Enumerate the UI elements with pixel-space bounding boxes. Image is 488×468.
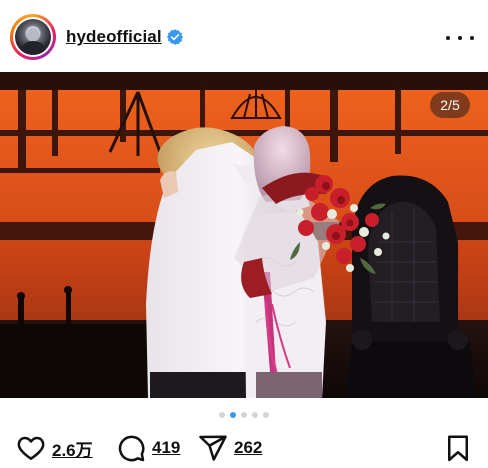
instagram-post: hydeofficial 2/5 2.6万 419 262 [0,0,488,468]
carousel-indicator [0,412,488,420]
likes-count[interactable]: 2.6万 [52,436,93,461]
more-options-button[interactable] [446,28,474,48]
verified-badge-icon [166,28,184,46]
more-horizontal-icon [446,36,450,40]
media-counter-badge: 2/5 [430,92,470,118]
username-link[interactable]: hydeofficial [66,27,162,47]
like-button[interactable]: 2.6万 [16,430,93,466]
heart-icon [17,436,45,460]
carousel-dot [252,412,258,418]
bookmark-icon [448,435,468,462]
carousel-dot [263,412,269,418]
story-ring[interactable] [10,14,56,60]
carousel-dot [241,412,247,418]
save-button[interactable] [443,430,473,466]
avatar[interactable] [15,19,51,55]
comment-button[interactable]: 419 [116,430,180,466]
post-actions-bar: 2.6万 419 262 [0,430,488,468]
post-image[interactable] [0,72,488,398]
carousel-dot-active [230,412,236,418]
post-header: hydeofficial [0,0,488,72]
comments-count[interactable]: 419 [152,438,180,458]
carousel-dot [219,412,225,418]
paper-plane-icon [199,435,227,461]
comment-bubble-icon [118,435,145,462]
share-button[interactable]: 262 [198,430,262,466]
shares-count[interactable]: 262 [234,438,262,458]
